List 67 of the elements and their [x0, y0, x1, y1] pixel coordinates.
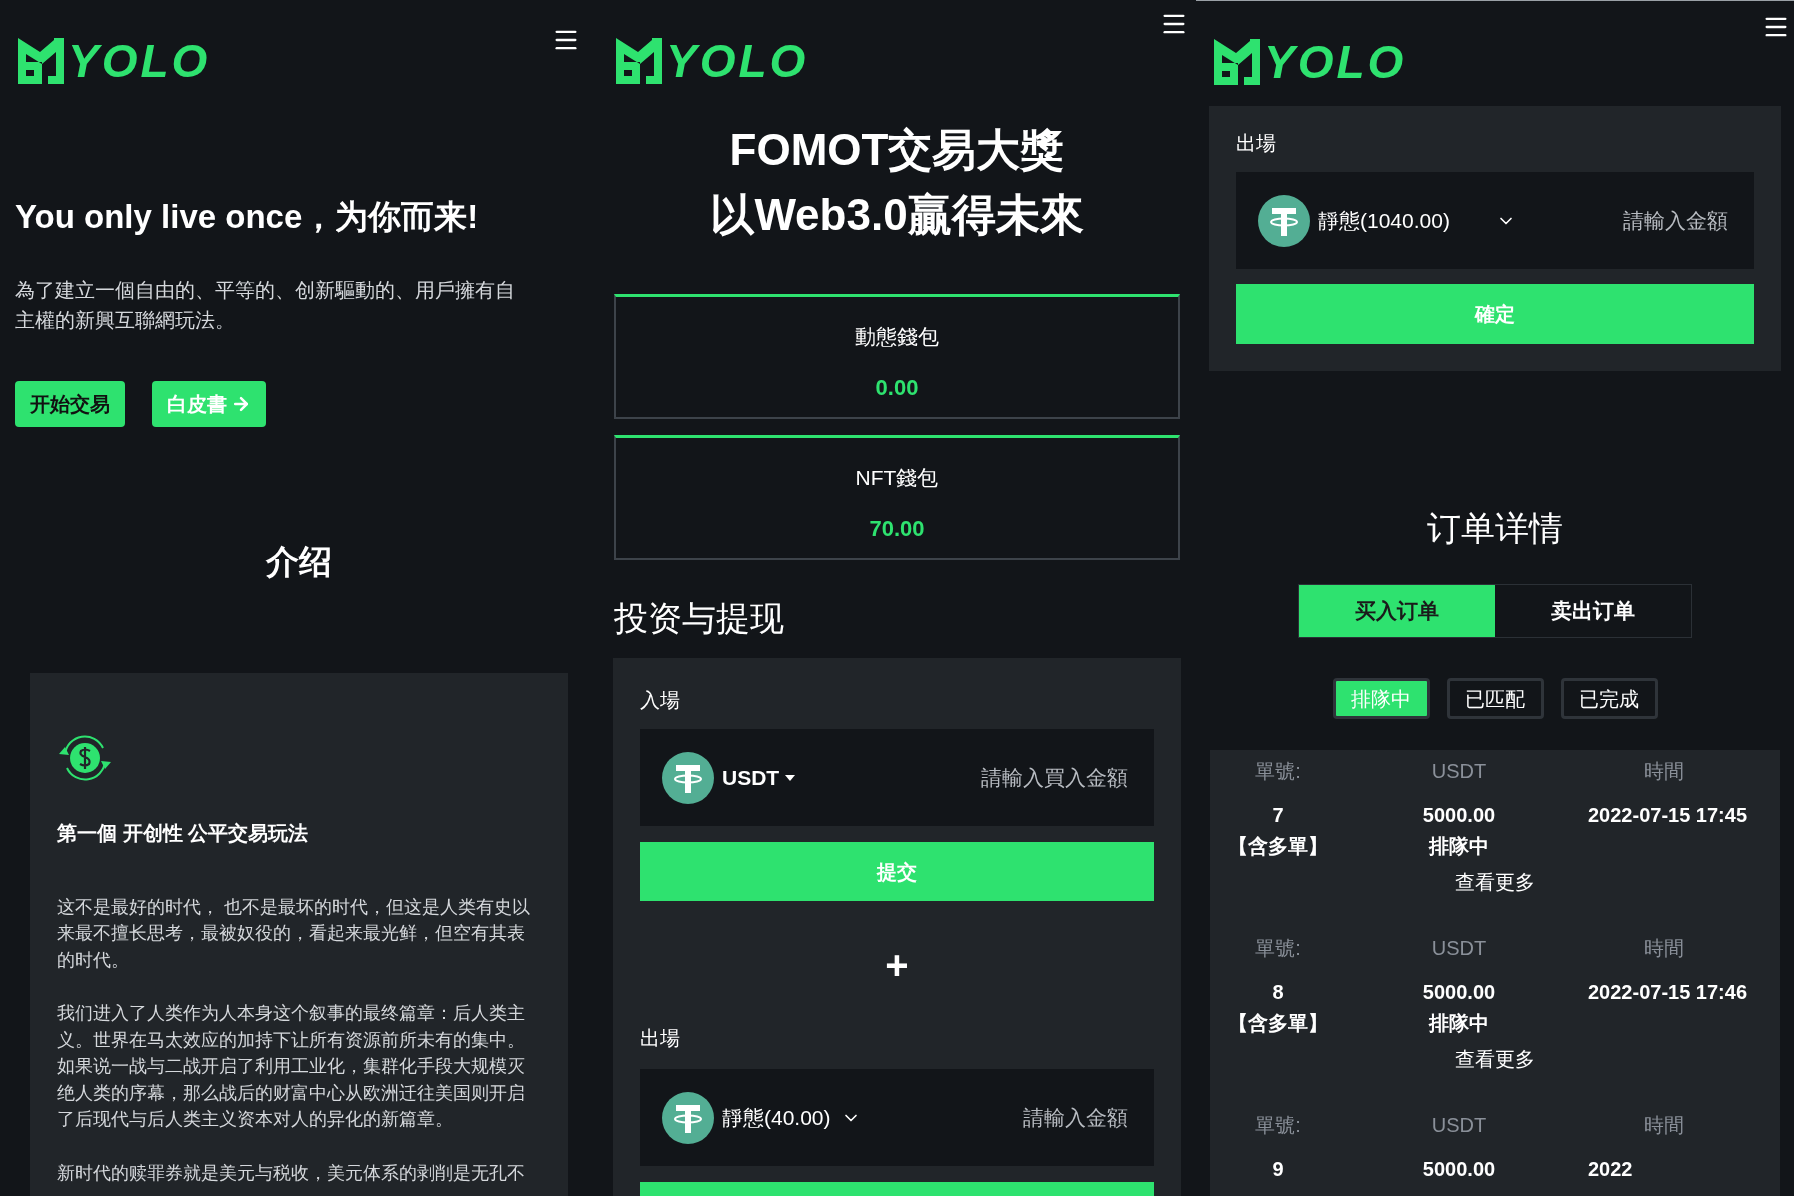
orders-title: 订单详情 [1426, 508, 1564, 549]
section-title: 介绍 [265, 542, 333, 582]
order-number: 8 [1272, 980, 1284, 1005]
column-header: 單號: [1254, 1113, 1302, 1138]
column-header: 時間 [1643, 759, 1685, 784]
logo-mark-icon [18, 37, 64, 84]
amount-placeholder: 請輸入金額 [1023, 1104, 1128, 1131]
order-amount: 5000.00 [1422, 980, 1496, 1005]
tether-coin-icon [1258, 194, 1310, 247]
order-time: 2022-07-15 17:46 [1587, 980, 1748, 1005]
withdraw-label: 出場 [1236, 131, 1277, 156]
order-amount: 5000.00 [1422, 1157, 1496, 1182]
view-more-link[interactable]: 查看更多 [1455, 867, 1535, 897]
arrow-right-icon [231, 394, 251, 414]
wallet-label: NFT錢包 [855, 465, 939, 491]
amount-field[interactable]: 靜態(40.00) 請輸入金額 [640, 1069, 1154, 1166]
currency-select[interactable]: 靜態(1040.00) [1318, 204, 1450, 237]
intro-paragraph: 这不是最好的时代， 也不是最坏的时代，但这是人类有史以来最不擅长思考，最被奴役的，看起来最光鲜，但空有其表的时代。 [57, 895, 531, 972]
amount-field[interactable]: 靜態(1040.00) 請輸入金額 [1236, 172, 1754, 269]
status-filter[interactable]: 已匹配 [1446, 678, 1544, 719]
caret-icon [785, 774, 796, 781]
tether-coin-icon [662, 751, 714, 804]
logo-text: YOLO [1264, 38, 1407, 85]
order-tag: 【含多單】 [1228, 831, 1328, 862]
amount-placeholder: 請輸入買入金額 [981, 764, 1128, 791]
deposit-label: 入場 [640, 688, 681, 713]
hero-text: 為了建立一個自由的、平等的、创新驅動的、用戶擁有自主權的新興互聯網玩法。 [15, 278, 516, 333]
promo-title: 以Web3.0贏得未來 [710, 189, 1084, 241]
order-time: 2022-07-15 17:45 [1587, 803, 1748, 828]
column-header: 時間 [1643, 1113, 1685, 1138]
view-more-link[interactable]: 查看更多 [1455, 1044, 1535, 1074]
wallet-balance: 0.00 [875, 373, 919, 402]
withdraw-label: 出場 [640, 1026, 681, 1051]
amount-placeholder: 請輸入金額 [1623, 207, 1728, 234]
column-header: USDT [1430, 936, 1488, 961]
column-header: USDT [1430, 1113, 1488, 1138]
promo-title: FOMOT交易大獎 [729, 124, 1065, 176]
order-tag: 【含多單】 [1228, 1008, 1328, 1039]
column-header: 單號: [1254, 759, 1302, 784]
status-filter[interactable]: 已完成 [1560, 678, 1658, 719]
currency-select[interactable]: 靜態(40.00) [722, 1101, 831, 1134]
section-title: 投资与提现 [614, 598, 785, 639]
intro-heading: 第一個 开创性 公平交易玩法 [57, 820, 310, 846]
hero-title: You only live once，为你而来! [15, 197, 480, 237]
column-header: USDT [1430, 759, 1488, 784]
column-header: 單號: [1254, 936, 1302, 961]
currency-select[interactable]: USDT [722, 761, 780, 794]
order-status: 排隊中 [1429, 1011, 1489, 1036]
start-trading-button[interactable]: 开始交易 [15, 381, 125, 427]
order-status: 排隊中 [1429, 834, 1489, 859]
order-amount: 5000.00 [1422, 803, 1496, 828]
logo-mark-icon [1214, 38, 1260, 85]
order-time: 2022 [1587, 1157, 1634, 1182]
wallet-label: 動態錢包 [855, 324, 939, 350]
logo-text: YOLO [666, 37, 809, 84]
intro-paragraph: 新时代的赎罪券就是美元与税收，美元体系的剥削是无孔不 [57, 1161, 526, 1185]
column-header: 時間 [1643, 936, 1685, 961]
order-tab[interactable]: 买入订单 [1299, 585, 1495, 637]
wallet-balance: 70.00 [869, 514, 925, 543]
logo-mark-icon [616, 37, 662, 84]
tether-coin-icon [662, 1091, 714, 1144]
order-number: 7 [1272, 803, 1284, 828]
amount-field[interactable]: USDT 請輸入買入金額 [640, 729, 1154, 826]
logo-text: YOLO [68, 37, 211, 84]
add-icon[interactable]: + [885, 945, 909, 985]
intro-paragraph: 我们进入了人类作为人本身这个叙事的最终篇章：后人类主义。世界在马太效应的加持下让所有资源前所未有的集中。如果说一战与二战开启了利用工业化，集群化手段大规模灭绝人类的序幕，那么战后的财富中心从欧洲迁往美国则开启了后现代与后人类主义资本对人的异化的新篇章。 [57, 1002, 526, 1131]
order-number: 9 [1272, 1157, 1284, 1182]
